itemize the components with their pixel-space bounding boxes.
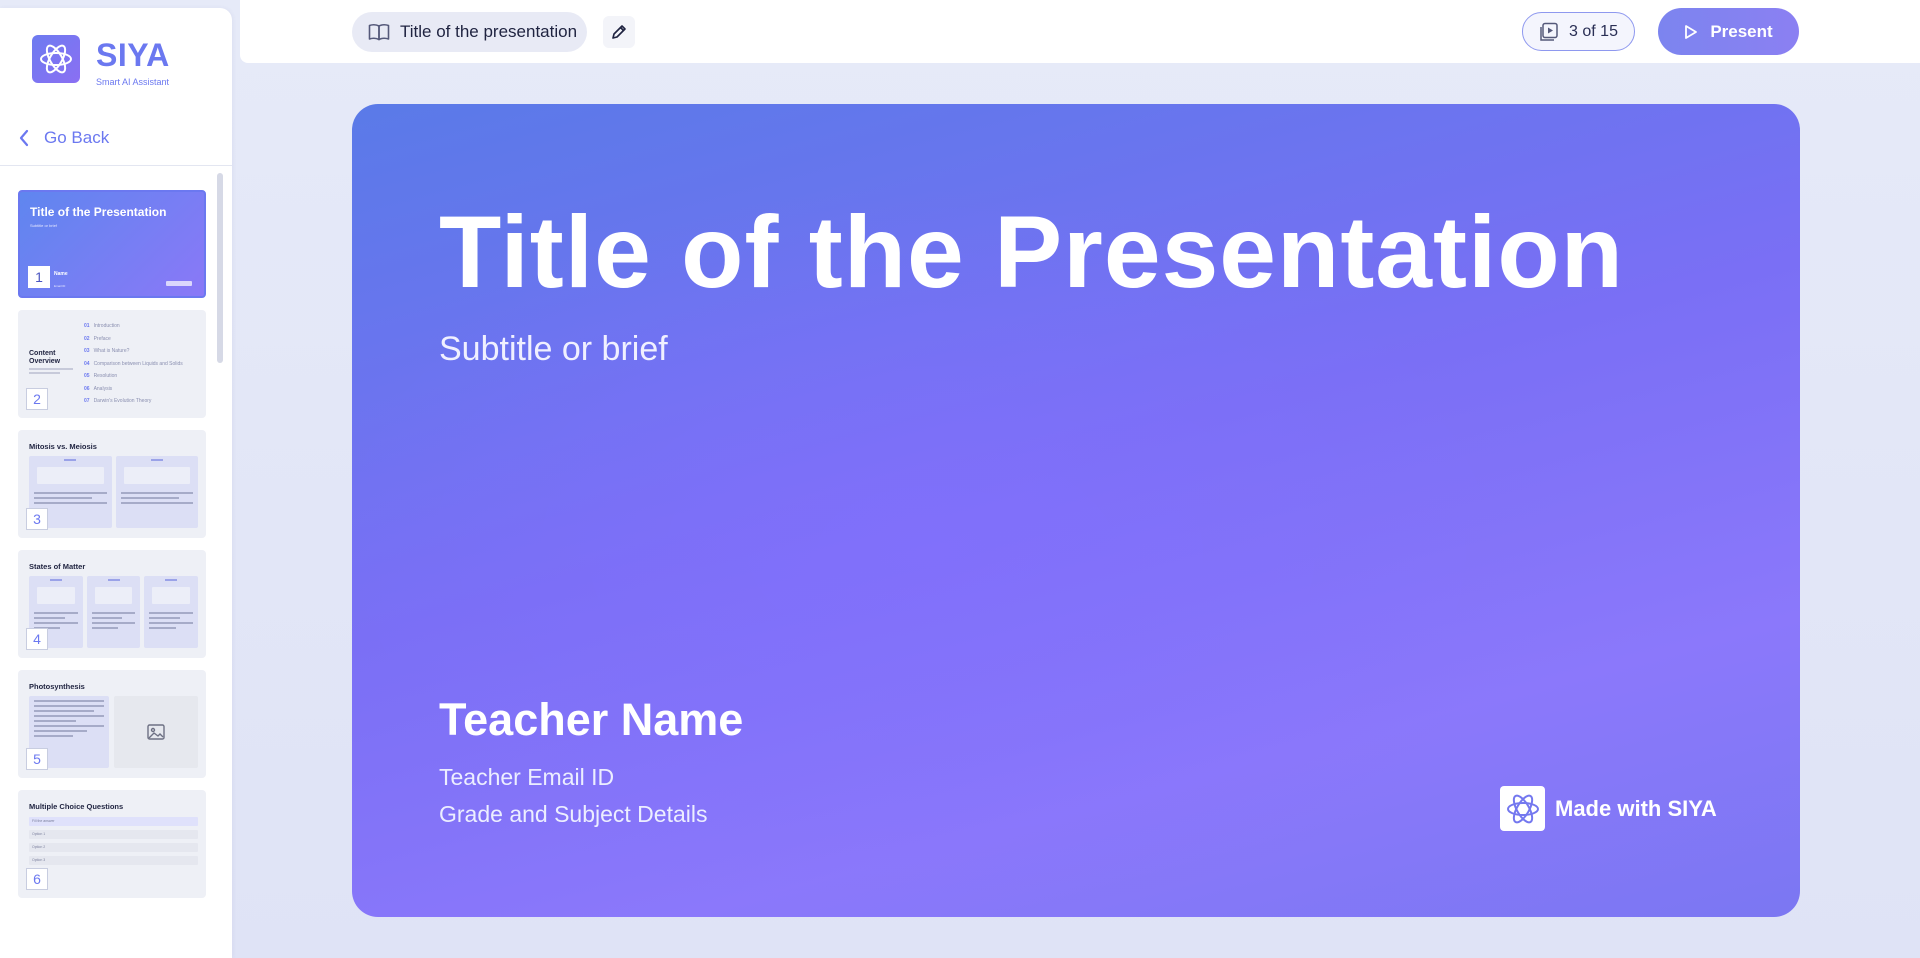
image-icon xyxy=(94,587,133,604)
thumb-title: Multiple Choice Questions xyxy=(29,802,124,811)
toc-item: 03 What is Nature? xyxy=(84,348,130,354)
slide-thumbnail-1[interactable]: Title of the Presentation Subtitle or br… xyxy=(18,190,206,298)
toc-item: 04 Comparison between Liquids and Solids xyxy=(84,360,183,367)
teacher-email[interactable]: Teacher Email ID xyxy=(439,764,614,791)
thumb-title: Title of the Presentation xyxy=(30,205,167,219)
thumb-name: Name xyxy=(54,271,68,277)
thumb-number: 4 xyxy=(26,628,48,650)
thumb-number: 1 xyxy=(28,266,50,288)
thumb-subtitle-lines xyxy=(29,368,73,374)
image-icon xyxy=(37,587,75,604)
thumb-three-column-cards xyxy=(29,576,199,648)
chevron-left-icon xyxy=(19,129,29,147)
thumb-title: Mitosis vs. Meiosis xyxy=(29,442,97,451)
image-icon xyxy=(37,467,104,484)
slide-canvas[interactable]: Title of the Presentation Subtitle or br… xyxy=(352,104,1800,917)
topbar: Title of the presentation 3 of 15 Presen… xyxy=(240,0,1920,63)
slide-counter-text: 3 of 15 xyxy=(1569,22,1618,40)
slide-thumbnail-4[interactable]: States of Matter 4 xyxy=(18,550,206,658)
presentation-title[interactable]: Title of the presentation xyxy=(352,12,587,52)
image-icon xyxy=(114,696,198,768)
teacher-name[interactable]: Teacher Name xyxy=(439,694,743,746)
toc-item: 01 Introduction xyxy=(84,323,120,329)
slide-thumbnail-list: Title of the Presentation Subtitle or br… xyxy=(18,190,206,910)
slide-thumbnail-3[interactable]: Mitosis vs. Meiosis 3 xyxy=(18,430,206,538)
made-with-text: Made with SIYA xyxy=(1555,795,1717,821)
slide-thumbnail-2[interactable]: Content Overview 01 Introduction 02 Prefac… xyxy=(18,310,206,418)
slide-thumbnail-6[interactable]: Multiple Choice Questions Fill the answe… xyxy=(18,790,206,898)
toc-item: 07 Darwin's Evolution Theory xyxy=(84,398,152,404)
image-icon xyxy=(152,587,191,604)
brand-tagline: Smart AI Assistant xyxy=(96,77,170,87)
go-back-label: Go Back xyxy=(44,128,110,147)
thumb-mcq-options: Fill the answer Option 1 Option 2 Option… xyxy=(29,817,198,869)
toc-item: 06 Analysis xyxy=(84,385,113,392)
image-icon xyxy=(123,467,190,484)
presentation-title-text: Title of the presentation xyxy=(400,22,578,41)
brand-name: SIYA xyxy=(96,37,170,73)
thumb-number: 2 xyxy=(26,388,48,410)
play-icon xyxy=(1685,24,1698,39)
slide-counter[interactable]: 3 of 15 xyxy=(1522,12,1635,51)
go-back-button[interactable]: Go Back xyxy=(18,126,109,150)
slides-icon xyxy=(1540,22,1558,41)
thumb-made-with-badge xyxy=(166,281,192,286)
atom-icon xyxy=(32,35,80,83)
thumb-number: 5 xyxy=(26,748,48,770)
toc-item: 02 Preface xyxy=(84,335,111,342)
made-with-badge: Made with SIYA xyxy=(1500,786,1717,831)
pencil-icon xyxy=(612,25,626,39)
present-button[interactable]: Present xyxy=(1658,8,1799,55)
toc-item: 05 Resolution xyxy=(84,373,118,379)
slide-title[interactable]: Title of the Presentation xyxy=(439,192,1624,312)
slide-thumbnail-5[interactable]: Photosynthesis 5 xyxy=(18,670,206,778)
present-label: Present xyxy=(1710,21,1773,41)
sidebar-divider xyxy=(0,165,232,166)
slide-subtitle[interactable]: Subtitle or brief xyxy=(439,330,668,369)
atom-icon xyxy=(1500,786,1545,831)
thumb-title: Content Overview xyxy=(29,350,61,365)
thumb-title: Photosynthesis xyxy=(29,682,85,691)
thumb-email: Email ID xyxy=(54,284,66,288)
thumbnail-scrollbar[interactable] xyxy=(217,173,223,363)
book-icon xyxy=(368,24,390,41)
grade-subject-details[interactable]: Grade and Subject Details xyxy=(439,801,708,828)
edit-title-button[interactable] xyxy=(603,16,635,48)
thumb-subtitle: Subtitle or brief xyxy=(30,223,57,228)
brand: SIYA Smart AI Assistant xyxy=(32,35,170,87)
sidebar: SIYA Smart AI Assistant Go Back Title of… xyxy=(0,8,232,958)
thumb-title: States of Matter xyxy=(29,562,86,571)
thumb-two-column-cards xyxy=(29,456,198,528)
thumb-number: 6 xyxy=(26,868,48,890)
thumb-number: 3 xyxy=(26,508,48,530)
thumb-toc-list: 01 Introduction 02 Preface 03 What is Natur… xyxy=(84,320,202,408)
